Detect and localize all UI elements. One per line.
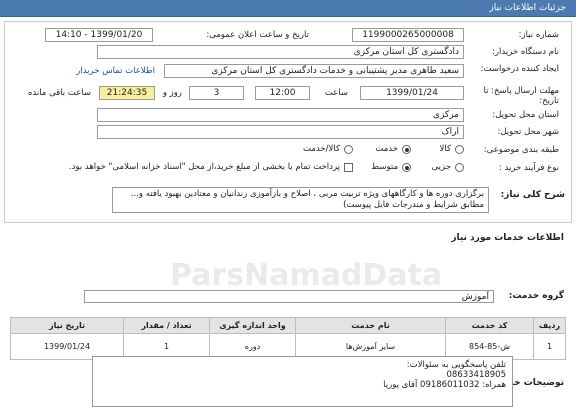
- city-field: اراک: [97, 125, 464, 139]
- deadline-time-field: 12:00: [255, 86, 310, 100]
- need-number-field: 1199000265000008: [352, 28, 464, 42]
- notes-line-1: تلفن پاسخگویی به سئوالات:: [406, 360, 506, 370]
- need-details-panel: شماره نیاز: 1199000265000008 تاریخ و ساع…: [4, 21, 572, 223]
- service-group-field: آموزش: [84, 290, 494, 303]
- remaining-label: ساعت باقی مانده: [27, 88, 91, 98]
- buyer-org-label: نام دستگاه خریدار:: [492, 47, 559, 57]
- province-field: مرکزی: [97, 108, 464, 122]
- purchase-medium-label: متوسط: [371, 162, 398, 172]
- col-unit: واحد اندازه گیری: [209, 317, 296, 334]
- requester-label: ایجاد کننده درخواست:: [480, 64, 559, 74]
- purchase-partial-label: جزیی: [431, 162, 451, 172]
- announce-label: تاریخ و ساعت اعلان عمومی:: [206, 30, 309, 40]
- page-title: جزئیات اطلاعات نیاز: [489, 3, 566, 13]
- purchase-medium-radio[interactable]: [402, 163, 411, 172]
- city-label: شهر محل تحویل:: [497, 127, 559, 137]
- notes-line-3: همراه: 09186011032 آقای پوریا: [383, 380, 506, 390]
- category-goods-label: کالا: [439, 144, 451, 154]
- category-goods-radio[interactable]: [455, 145, 464, 154]
- buyer-notes-box: تلفن پاسخگویی به سئوالات: 08633418905 هم…: [92, 356, 513, 407]
- treasury-payment-checkbox[interactable]: [344, 163, 353, 172]
- category-service-radio[interactable]: [402, 145, 411, 154]
- col-row-number: ردیف: [533, 317, 566, 334]
- services-table: ردیف کد خدمت نام خدمت واحد اندازه گیری ت…: [10, 317, 566, 360]
- service-group-label: گروه خدمت:: [508, 291, 564, 301]
- page-header: جزئیات اطلاعات نیاز: [0, 0, 576, 17]
- cell-row-number: 1: [533, 333, 566, 360]
- table-header-row: ردیف کد خدمت نام خدمت واحد اندازه گیری ت…: [10, 317, 566, 334]
- col-need-date: تاریخ نیاز: [10, 317, 124, 334]
- need-number-label: شماره نیاز:: [518, 30, 559, 40]
- watermark-logo: ParsNamadData: [170, 258, 443, 293]
- deadline-time-label: ساعت: [324, 88, 348, 98]
- category-goods-service-label: کالا/خدمت: [303, 144, 340, 154]
- deadline-date-field: 1399/01/24: [360, 86, 464, 100]
- requester-field: سعید طاهری مدیر پشتیبانی و خدمات دادگستر…: [164, 64, 464, 78]
- buyer-contact-link[interactable]: اطلاعات تماس خریدار: [76, 66, 155, 76]
- deadline-label: مهلت ارسال پاسخ: تا تاریخ:: [483, 86, 559, 106]
- summary-label: شرح کلی نیاز:: [500, 190, 565, 200]
- notes-line-2: 08633418905: [446, 370, 507, 380]
- days-label: روز و: [162, 88, 182, 98]
- buyer-org-field: دادگستری کل استان مرکزی: [97, 45, 464, 59]
- days-remaining-field: 3: [189, 86, 244, 100]
- col-quantity: تعداد / مقدار: [123, 317, 210, 334]
- category-label: طبقه بندی موضوعی:: [483, 145, 559, 155]
- purchase-type-label: نوع فرآیند خرید :: [498, 163, 559, 173]
- category-goods-service-radio[interactable]: [344, 145, 353, 154]
- purchase-partial-radio[interactable]: [455, 163, 464, 172]
- province-label: استان محل تحویل:: [492, 110, 559, 120]
- announce-field: 1399/01/20 - 14:10: [45, 28, 153, 42]
- services-section-title: اطلاعات خدمات مورد نیاز: [451, 233, 564, 243]
- summary-text-box: برگزاری دوره ها و کارگاههای ویژه تربیت م…: [112, 187, 489, 213]
- remaining-time-field: 21:24:35: [99, 86, 155, 100]
- category-service-label: خدمت: [375, 144, 398, 154]
- treasury-payment-label: پرداخت تمام یا بخشی از مبلغ خرید،از محل …: [68, 162, 340, 172]
- col-service-name: نام خدمت: [295, 317, 446, 334]
- col-service-code: کد خدمت: [445, 317, 534, 334]
